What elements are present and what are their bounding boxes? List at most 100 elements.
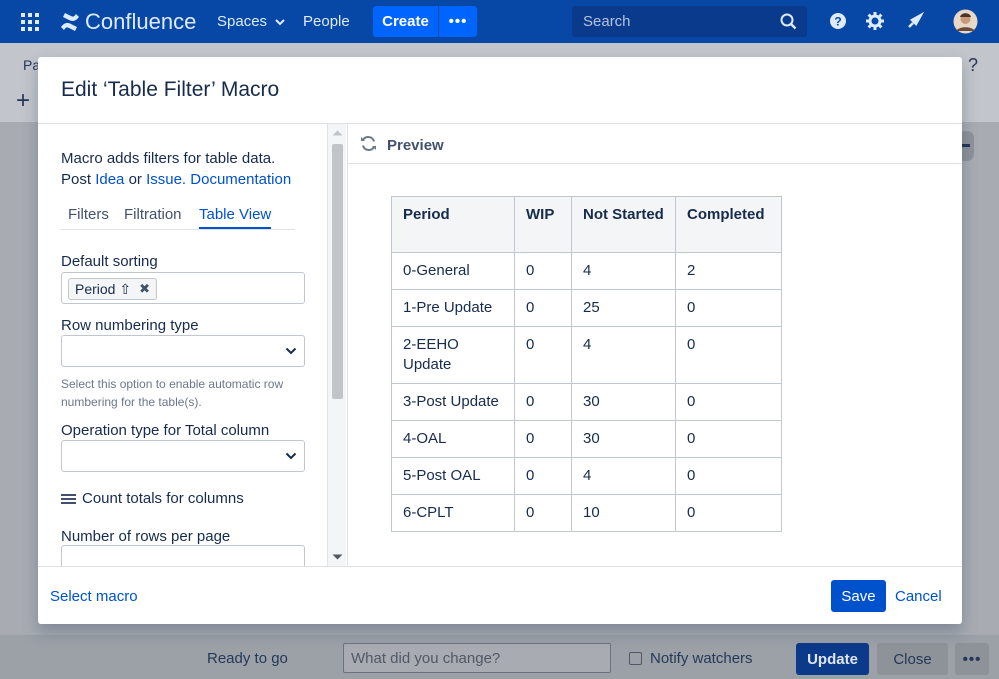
issue-link[interactable]: Issue.: [146, 171, 186, 188]
create-button[interactable]: Create: [373, 6, 438, 37]
chevron-down-icon: [285, 347, 297, 355]
row-numbering-label: Row numbering type: [61, 317, 199, 334]
refresh-icon[interactable]: [360, 135, 377, 152]
table-row: 4-OAL 0 30 0: [391, 420, 782, 458]
table-cell: 0: [514, 383, 572, 421]
table-cell: 0: [675, 457, 782, 495]
column-header[interactable]: WIP: [514, 196, 572, 253]
table-row: 5-Post OAL 0 4 0: [391, 457, 782, 495]
notifications-icon[interactable]: [906, 12, 924, 30]
table-cell: 0: [675, 420, 782, 458]
table-cell: 0: [675, 326, 782, 384]
app-switcher-icon[interactable]: [21, 13, 39, 31]
idea-link[interactable]: Idea: [95, 171, 124, 188]
table-cell: 2: [675, 252, 782, 290]
table-cell: 0: [675, 383, 782, 421]
table-row: 1-Pre Update 0 25 0: [391, 289, 782, 327]
select-macro-link[interactable]: Select macro: [50, 588, 138, 605]
confluence-logo-icon: [61, 13, 79, 31]
default-sorting-label: Default sorting: [61, 253, 158, 270]
preview-label: Preview: [387, 137, 444, 154]
description-text: Macro adds filters for table data.: [61, 150, 276, 167]
table-cell: 6-CPLT: [391, 494, 515, 532]
table-cell: 0: [514, 494, 572, 532]
table-cell: 2-EEHO Update: [391, 326, 515, 384]
table-header-row: Period WIP Not Started Completed: [391, 196, 782, 253]
help-icon[interactable]: ?: [829, 12, 847, 30]
status-text: Ready to go: [207, 650, 288, 667]
table-cell: 30: [571, 383, 676, 421]
change-comment-input[interactable]: What did you change?: [343, 643, 611, 673]
more-options-button[interactable]: •••: [955, 643, 989, 675]
column-header[interactable]: Not Started: [571, 196, 676, 253]
sort-chip: Period ⇧ ✖: [68, 278, 157, 300]
table-cell: 4: [571, 252, 676, 290]
add-icon: +: [16, 87, 31, 114]
close-button[interactable]: Close: [877, 643, 948, 675]
settings-gear-icon[interactable]: [866, 12, 884, 30]
table-row: 6-CPLT 0 10 0: [391, 494, 782, 532]
preview-pane: Preview Period WIP Not Started Completed…: [347, 124, 962, 566]
list-icon: [61, 493, 76, 504]
save-button[interactable]: Save: [831, 580, 886, 612]
or-text: or: [128, 171, 142, 188]
default-sorting-input[interactable]: Period ⇧ ✖: [61, 272, 305, 304]
help-icon: ?: [968, 55, 979, 75]
column-header[interactable]: Period: [391, 196, 515, 253]
tab-table-view[interactable]: Table View: [199, 206, 272, 229]
divider: [38, 566, 962, 567]
post-text: Post: [61, 171, 92, 188]
logo-text: Confluence: [85, 9, 197, 34]
macro-settings-pane: Macro adds filters for table data. Post …: [38, 124, 327, 566]
tab-filters[interactable]: Filters: [68, 206, 109, 223]
table-cell: 0: [514, 252, 572, 290]
dialog-title: Edit ‘Table Filter’ Macro: [61, 78, 280, 101]
table-cell: 0: [675, 494, 782, 532]
table-cell: 0-General: [391, 252, 515, 290]
table-cell: 5-Post OAL: [391, 457, 515, 495]
table-cell: 0: [675, 289, 782, 327]
remove-chip-icon[interactable]: ✖: [139, 281, 150, 297]
settings-scrollbar[interactable]: [327, 124, 346, 566]
tab-filtration[interactable]: Filtration: [124, 206, 182, 223]
nav-spaces[interactable]: Spaces: [217, 13, 285, 30]
macro-description: Macro adds filters for table data. Post …: [61, 148, 311, 190]
rows-per-page-input[interactable]: [61, 545, 305, 566]
table-cell: 0: [514, 289, 572, 327]
notify-watchers-label: Notify watchers: [650, 650, 753, 667]
table-cell: 4: [571, 457, 676, 495]
settings-tabs: Filters Filtration Table View: [61, 206, 295, 230]
operation-type-label: Operation type for Total column: [61, 422, 270, 439]
chevron-down-icon: [285, 452, 297, 460]
table-row: 0-General 0 4 2: [391, 252, 782, 290]
sort-chip-label: Period ⇧: [75, 280, 132, 297]
scroll-up-icon[interactable]: [332, 129, 343, 136]
top-navigation: Confluence Spaces People Create ••• Sear…: [0, 0, 999, 43]
table-cell: 1-Pre Update: [391, 289, 515, 327]
column-header[interactable]: Completed: [675, 196, 782, 253]
table-cell: 0: [514, 326, 572, 384]
scrollbar-thumb[interactable]: [332, 144, 343, 399]
table-cell: 10: [571, 494, 676, 532]
confluence-logo[interactable]: Confluence: [59, 9, 196, 35]
notify-watchers-checkbox[interactable]: Notify watchers: [629, 650, 753, 667]
table-row: 3-Post Update 0 30 0: [391, 383, 782, 421]
documentation-link[interactable]: Documentation: [190, 171, 291, 188]
table-cell: 30: [571, 420, 676, 458]
user-avatar[interactable]: [953, 9, 978, 34]
chevron-down-icon: [275, 19, 285, 26]
count-totals-toggle[interactable]: Count totals for columns: [61, 490, 244, 507]
nav-people[interactable]: People: [303, 13, 350, 30]
operation-type-select[interactable]: [61, 440, 305, 472]
cancel-button[interactable]: Cancel: [895, 588, 942, 605]
search-input[interactable]: Search: [572, 6, 807, 37]
table-cell: 0: [514, 457, 572, 495]
scroll-down-icon[interactable]: [332, 554, 343, 561]
preview-header: Preview: [348, 124, 962, 164]
update-button[interactable]: Update: [796, 643, 869, 675]
create-more-button[interactable]: •••: [439, 6, 477, 37]
editor-bottom-bar: Ready to go What did you change? Notify …: [0, 635, 999, 679]
row-numbering-select[interactable]: [61, 335, 305, 367]
table-cell: 3-Post Update: [391, 383, 515, 421]
table-row: 2-EEHO Update 0 4 0: [391, 326, 782, 384]
